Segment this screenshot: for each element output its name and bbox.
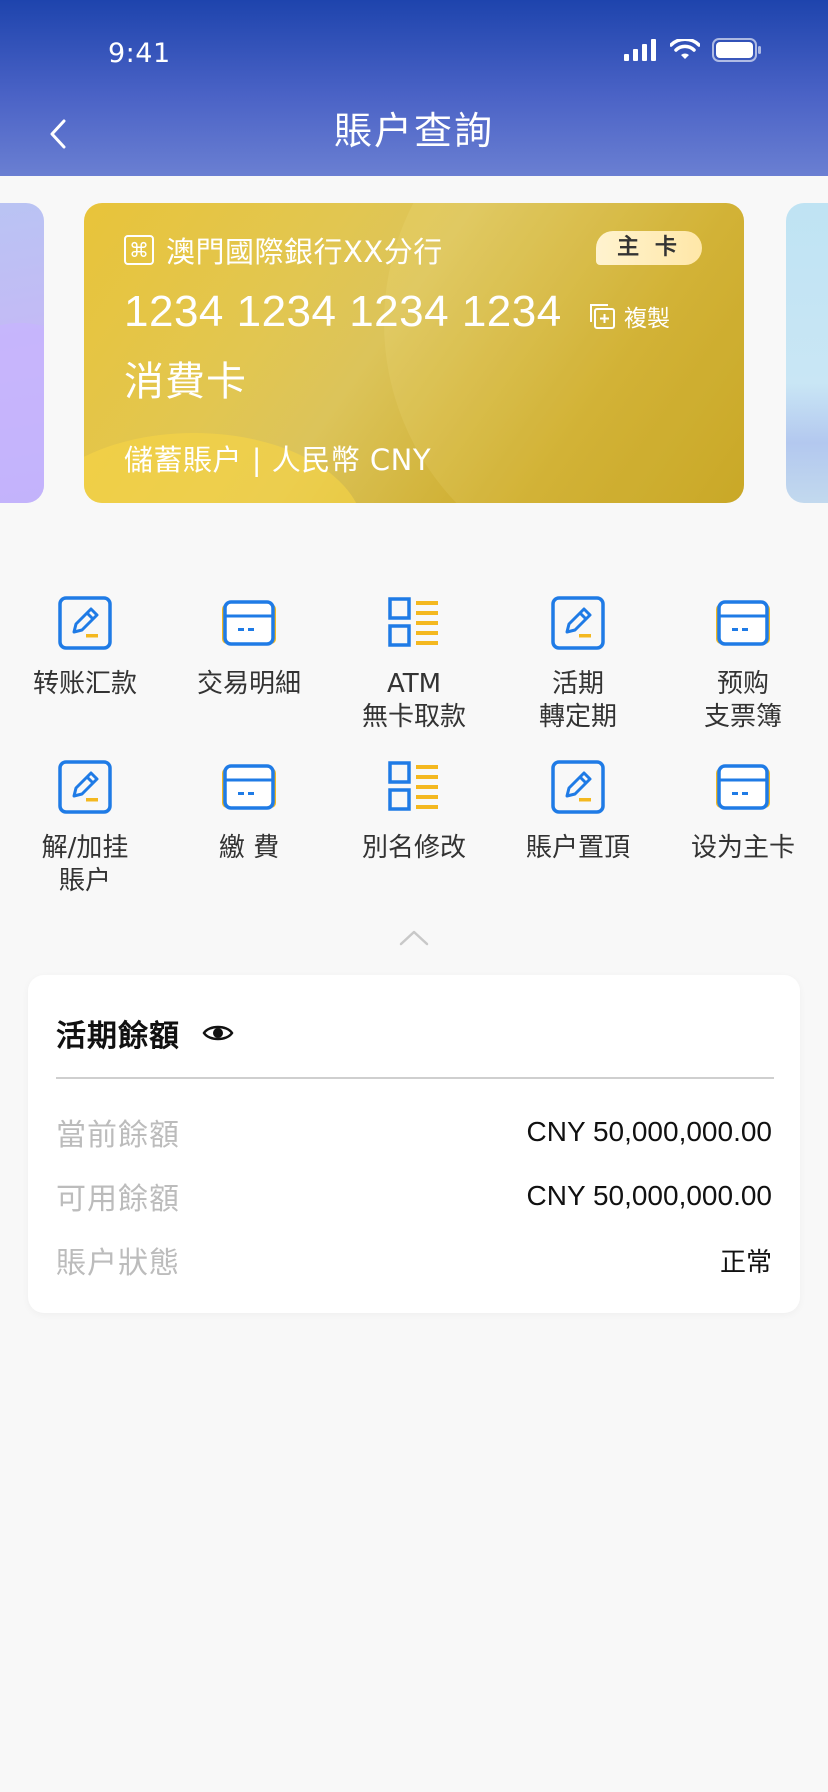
list-icon — [385, 758, 443, 816]
function-label: 交易明細 — [196, 669, 301, 699]
account-status-label: 賬户狀態 — [56, 1246, 180, 1281]
balance-header: 活期餘額 — [56, 1011, 234, 1055]
wifi-icon — [670, 39, 700, 59]
status-icons — [624, 38, 762, 62]
function-item[interactable]: 賬户置頂 — [495, 758, 661, 865]
divider — [56, 1077, 774, 1079]
next-card[interactable] — [786, 203, 828, 503]
function-label: 賬户置頂 — [525, 833, 630, 863]
balance-title: 活期餘額 — [56, 1019, 180, 1054]
bank-name: 澳門國際銀行XX分行 — [166, 235, 443, 269]
function-item[interactable]: 繳 費 — [166, 758, 332, 865]
primary-card-badge: 主 卡 — [596, 231, 702, 265]
bank-info: ⌘ 澳門國際銀行XX分行 — [124, 229, 443, 271]
copy-label: 複製 — [624, 306, 670, 332]
list-icon — [385, 594, 443, 652]
function-item[interactable]: ATM 無卡取款 — [331, 594, 497, 734]
function-label: 转账汇款 — [32, 669, 137, 699]
copy-button[interactable]: 複製 — [588, 299, 670, 333]
nav-bar: 賬户查詢 — [0, 88, 828, 176]
bank-logo-icon: ⌘ — [124, 235, 154, 265]
balance-row-status: 賬户狀態 正常 — [56, 1240, 772, 1281]
function-item[interactable]: 解/加挂 賬户 — [2, 758, 168, 898]
available-balance-value: CNY 50,000,000.00 — [526, 1180, 772, 1211]
account-status-value: 正常 — [719, 1247, 772, 1278]
collapse-chevron-icon[interactable] — [397, 926, 431, 948]
card-carousel[interactable]: ⌘ 澳門國際銀行XX分行 主 卡 1234 1234 1234 1234 複製 … — [0, 203, 828, 503]
status-time: 9:41 — [108, 38, 171, 69]
function-item[interactable]: 预购 支票簿 — [660, 594, 826, 734]
visibility-toggle[interactable] — [202, 1021, 234, 1045]
edit-icon — [56, 758, 114, 816]
function-item[interactable]: 转账汇款 — [2, 594, 168, 701]
function-item[interactable]: 別名修改 — [331, 758, 497, 865]
status-bar: 9:41 — [0, 0, 828, 88]
function-label: 繳 費 — [218, 833, 280, 863]
balance-row-current: 當前餘額 CNY 50,000,000.00 — [56, 1112, 772, 1153]
edit-icon — [56, 594, 114, 652]
copy-icon — [590, 304, 615, 329]
function-item[interactable]: 设为主卡 — [660, 758, 826, 865]
app-header: 9:41 賬户查詢 — [0, 0, 828, 176]
card-type: 消費卡 — [124, 359, 247, 405]
card-number: 1234 1234 1234 1234 — [124, 287, 562, 336]
edit-icon — [549, 594, 607, 652]
function-item[interactable]: 活期 轉定期 — [495, 594, 661, 734]
function-label: 別名修改 — [361, 833, 466, 863]
card-icon — [220, 758, 278, 816]
current-balance-value: CNY 50,000,000.00 — [526, 1116, 772, 1147]
card-icon — [714, 758, 772, 816]
battery-icon — [712, 38, 761, 62]
function-label: 解/加挂 賬户 — [41, 833, 129, 896]
function-label: 活期 轉定期 — [538, 669, 617, 732]
eye-icon — [202, 1025, 234, 1041]
function-label: 设为主卡 — [690, 833, 795, 863]
balance-row-available: 可用餘額 CNY 50,000,000.00 — [56, 1176, 772, 1217]
available-balance-label: 可用餘額 — [56, 1182, 180, 1217]
card-icon — [714, 594, 772, 652]
bank-card[interactable]: ⌘ 澳門國際銀行XX分行 主 卡 1234 1234 1234 1234 複製 … — [84, 203, 744, 503]
signal-icon — [624, 39, 656, 61]
current-balance-label: 當前餘額 — [56, 1118, 180, 1153]
previous-card[interactable] — [0, 203, 44, 503]
page-title: 賬户查詢 — [333, 109, 494, 153]
function-label: 预购 支票簿 — [703, 669, 782, 732]
function-label: ATM 無卡取款 — [361, 669, 466, 732]
balance-card: 活期餘額 當前餘額 CNY 50,000,000.00 可用餘額 CNY 50,… — [28, 975, 800, 1313]
account-type: 儲蓄賬户 | 人民幣 CNY — [124, 443, 432, 477]
function-item[interactable]: 交易明細 — [166, 594, 332, 701]
card-icon — [220, 594, 278, 652]
edit-icon — [549, 758, 607, 816]
